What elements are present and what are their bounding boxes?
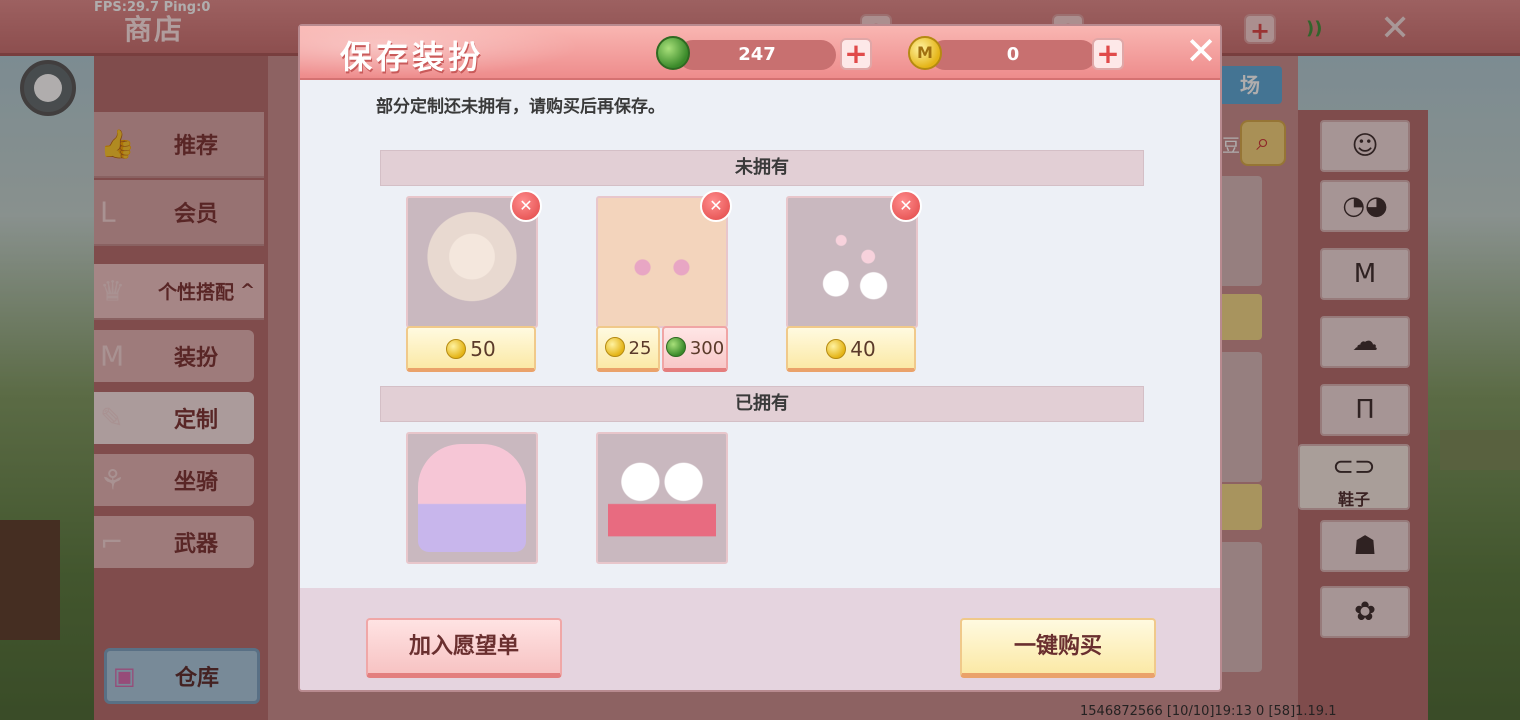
buy-item-button[interactable]: 50 xyxy=(406,326,536,372)
buy-with-gems-button[interactable]: 300 xyxy=(662,326,728,372)
section-owned: 已拥有 xyxy=(380,386,1144,422)
face-icon xyxy=(608,208,716,316)
price-value: 300 xyxy=(689,338,725,359)
coin-count: 0 xyxy=(1006,44,1020,65)
remove-item-button[interactable]: ✕ xyxy=(700,190,732,222)
hair-icon xyxy=(418,208,526,316)
dialog-body: 部分定制还未拥有，请购买后再保存。 未拥有 ✕ 50 ✕ 25 300 ✕ 40… xyxy=(300,80,1220,588)
price-value: 25 xyxy=(628,338,652,359)
coin-icon: M xyxy=(908,36,942,70)
gem-balance: 247 xyxy=(678,40,836,70)
add-to-wishlist-button[interactable]: 加入愿望单 xyxy=(366,618,562,678)
dialog-title: 保存装扮 xyxy=(340,38,485,76)
remove-item-button[interactable]: ✕ xyxy=(890,190,922,222)
remove-item-button[interactable]: ✕ xyxy=(510,190,542,222)
paw-icon xyxy=(798,208,906,316)
section-not-owned: 未拥有 xyxy=(380,150,1144,186)
item-cat-shoes[interactable] xyxy=(596,432,728,564)
item-pink-dress[interactable] xyxy=(406,432,538,564)
hint-text: 部分定制还未拥有，请购买后再保存。 xyxy=(376,97,665,117)
gem-count: 247 xyxy=(738,44,776,65)
dialog-header: 保存装扮 247 + 0 M + ✕ xyxy=(300,26,1220,80)
gem-icon xyxy=(665,337,686,357)
close-icon[interactable]: ✕ xyxy=(1184,32,1218,70)
buy-all-button[interactable]: 一键购买 xyxy=(960,618,1156,678)
save-outfit-dialog: 保存装扮 247 + 0 M + ✕ 部分定制还未拥有，请购买后再保存。 未拥有… xyxy=(298,24,1222,692)
buy-with-coins-button[interactable]: 25 xyxy=(596,326,660,372)
add-gems-button[interactable]: + xyxy=(840,38,872,70)
buy-item-button[interactable]: 40 xyxy=(786,326,916,372)
coin-balance: 0 xyxy=(930,40,1096,70)
coin-icon xyxy=(446,339,467,359)
add-coins-button[interactable]: + xyxy=(1092,38,1124,70)
coin-icon xyxy=(604,337,625,357)
shoes-icon xyxy=(608,444,716,552)
coin-icon xyxy=(826,339,847,359)
price-value: 50 xyxy=(470,337,496,361)
price-value: 40 xyxy=(850,337,876,361)
dress-icon xyxy=(418,444,526,552)
gem-icon xyxy=(656,36,690,70)
